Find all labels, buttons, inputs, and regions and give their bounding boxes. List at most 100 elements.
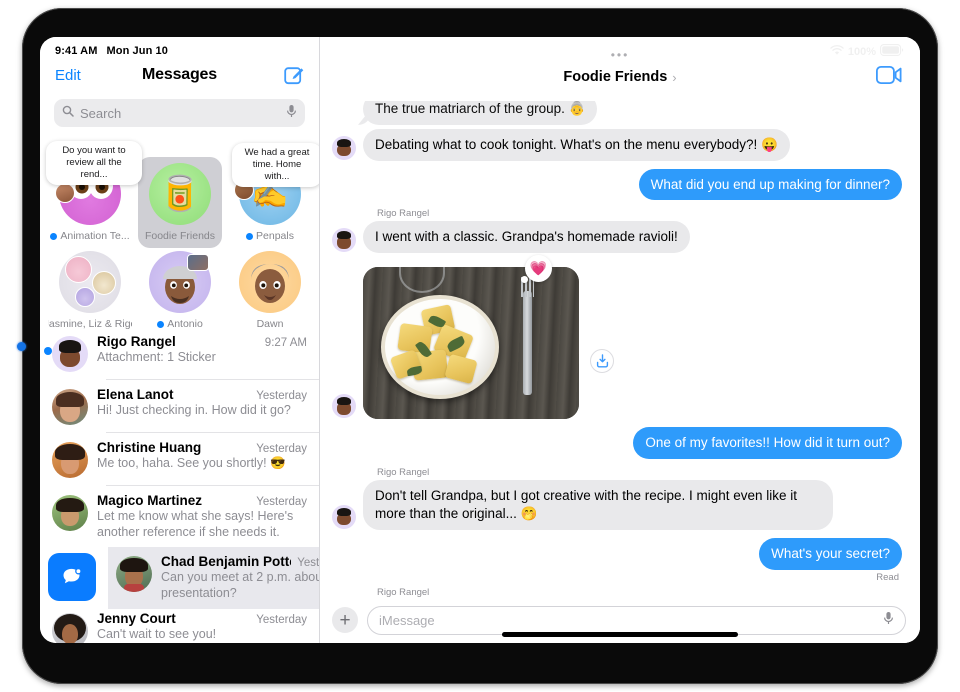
avatar (332, 135, 356, 160)
unread-indicator (50, 232, 58, 240)
list-item-title: Chad Benjamin Potter (161, 554, 292, 570)
pinned-item-antonio[interactable]: Antonio (138, 251, 222, 330)
list-item-body: Jenny Court Yesterday Can't wait to see … (97, 611, 307, 643)
list-item-body: Christine Huang Yesterday Me too, haha. … (97, 440, 307, 472)
list-item[interactable]: Magico Martinez Yesterday Let me know wh… (40, 486, 319, 547)
list-item-title: Magico Martinez (97, 493, 203, 508)
message-group: What's your secret? Read (332, 537, 902, 583)
conversation-header: ••• Foodie Friends › (320, 37, 920, 101)
avatar (332, 504, 356, 529)
pinned-item-foodie-friends[interactable]: 🥫 Foodie Friends (138, 157, 222, 248)
compose-icon[interactable] (284, 65, 305, 86)
mark-as-unread-button[interactable] (48, 553, 96, 602)
list-item-timestamp: Yesterday (297, 557, 320, 570)
conversation-title-label: Foodie Friends (563, 69, 668, 85)
search-icon (62, 104, 74, 122)
avatar (149, 251, 211, 313)
pinned-item-label: Foodie Friends (144, 230, 216, 242)
message-bubble-outgoing[interactable]: What's your secret? (759, 537, 902, 570)
list-item-timestamp: Yesterday (256, 614, 307, 627)
message-list[interactable]: The true matriarch of the group. 👵 Debat… (320, 101, 920, 597)
avatar: 🥫 (149, 163, 211, 225)
message-bubble-incoming[interactable]: I went with a classic. Grandpa's homemad… (363, 221, 690, 254)
message-group-photo: 💗 (332, 255, 902, 420)
list-item-title: Elena Lanot (97, 387, 174, 402)
pinned-item-animation-team[interactable]: Animation Te... Do you want to review al… (46, 141, 142, 242)
message-group: One of my favorites!! How did it turn ou… (332, 427, 902, 460)
conversation-title[interactable]: Foodie Friends › (320, 69, 920, 85)
avatar (116, 556, 152, 593)
list-item[interactable]: Jenny Court Yesterday Can't wait to see … (40, 607, 319, 643)
pinned-item-jasmine-liz-rigo[interactable]: Jasmine, Liz & Rigo (48, 251, 132, 330)
list-item[interactable]: Christine Huang Yesterday Me too, haha. … (40, 433, 319, 485)
message-group: What did you end up making for dinner? (332, 168, 902, 201)
avatar (332, 394, 356, 419)
list-item[interactable]: Elena Lanot Yesterday Hi! Just checking … (40, 380, 319, 432)
message-bubble-incoming[interactable]: Debating what to cook tonight. What's on… (363, 128, 790, 161)
message-input-placeholder: iMessage (379, 612, 435, 628)
pinned-conversations-grid: Animation Te... Do you want to review al… (40, 139, 319, 330)
plus-icon[interactable]: + (332, 607, 358, 633)
group-member-thumbnail (75, 287, 95, 307)
avatar (52, 389, 88, 425)
list-item[interactable]: Rigo Rangel 9:27 AM Attachment: 1 Sticke… (40, 327, 319, 379)
conversation-pane: 100% ••• Foodie Friends › (320, 37, 920, 643)
conversation-list: Rigo Rangel 9:27 AM Attachment: 1 Sticke… (40, 327, 319, 643)
list-item-body: Magico Martinez Yesterday Let me know wh… (97, 493, 307, 540)
group-member-thumbnail (65, 256, 92, 283)
message-bubble-outgoing[interactable]: One of my favorites!! How did it turn ou… (633, 427, 902, 460)
home-indicator (502, 632, 738, 637)
message-group: Rigo Rangel Don't tell Grandpa, but I go… (332, 467, 902, 530)
search-placeholder: Search (80, 105, 122, 121)
list-item-preview: Hi! Just checking in. How did it go? (97, 403, 291, 417)
message-group: Debating what to cook tonight. What's on… (332, 128, 902, 161)
message-bubble-outgoing[interactable]: What did you end up making for dinner? (638, 168, 902, 201)
list-item-preview: Let me know what she says! Here's anothe… (97, 509, 294, 539)
messages-sidebar: 9:41 AM Mon Jun 10 Edit Messages Search (40, 37, 320, 643)
message-input[interactable]: iMessage (367, 605, 906, 635)
group-member-thumbnail (187, 254, 209, 271)
message-bubble-incoming[interactable]: Don't tell Grandpa, but I got creative w… (363, 480, 833, 530)
list-item-title: Rigo Rangel (97, 334, 176, 349)
list-item-preview: Can't wait to see you! (97, 627, 217, 642)
avatar (52, 613, 88, 643)
list-item-timestamp: 9:27 AM (264, 337, 307, 349)
microphone-icon[interactable] (286, 104, 297, 123)
avatar (52, 495, 88, 531)
drag-handle-dots[interactable]: ••• (320, 49, 920, 61)
microphone-icon[interactable] (883, 611, 894, 630)
avatar (332, 228, 356, 253)
pinned-item-label: Animation Te... (60, 230, 130, 242)
pinned-item-dawn[interactable]: Dawn (228, 251, 312, 330)
list-item-title: Jenny Court (97, 611, 176, 627)
list-item-preview: Can you meet at 2 p.m. about the present… (161, 570, 319, 600)
read-receipt: Read (876, 571, 899, 583)
list-item-preview: Attachment: 1 Sticker (97, 350, 216, 364)
message-group: Rigo Rangel I went with a classic. Grand… (332, 208, 902, 254)
ipad-screen: 9:41 AM Mon Jun 10 Edit Messages Search (40, 37, 920, 643)
pinned-item-penpals[interactable]: ✍️ Penpals We had a great time. Home wit… (228, 143, 319, 242)
save-to-photos-icon[interactable] (590, 349, 614, 374)
list-item-title: Christine Huang (97, 440, 202, 455)
pinned-preview-tooltip: Do you want to review all the rend... (46, 141, 142, 185)
avatar (239, 251, 301, 313)
list-item[interactable]: Chad Benjamin Potter Yesterday Can you m… (108, 547, 320, 609)
chevron-right-icon: › (672, 69, 677, 85)
tomato-can-icon: 🥫 (158, 175, 202, 213)
list-item-timestamp: Yesterday (256, 443, 307, 455)
pinned-item-label-wrap: Foodie Friends (140, 230, 220, 242)
pinned-item-label: Penpals (256, 230, 294, 242)
message-sender-label: Rigo Rangel (377, 467, 430, 479)
list-item-swiped-container: Chad Benjamin Potter Yesterday Can you m… (40, 547, 320, 609)
list-item-body: Rigo Rangel 9:27 AM Attachment: 1 Sticke… (97, 334, 307, 366)
video-camera-icon[interactable] (875, 65, 902, 89)
group-member-thumbnail (55, 183, 75, 203)
search-input[interactable]: Search (54, 99, 305, 127)
pinned-preview-tooltip: We had a great time. Home with... (232, 143, 319, 187)
message-bubble-incoming[interactable]: The true matriarch of the group. 👵 (363, 101, 598, 125)
message-sender-label: Rigo Rangel (377, 208, 430, 220)
avatar (52, 442, 88, 478)
message-photo-attachment[interactable] (363, 267, 579, 420)
avatar (59, 251, 121, 313)
message-group: Rigo Rangel Add garlic to the butter, an… (332, 587, 902, 598)
